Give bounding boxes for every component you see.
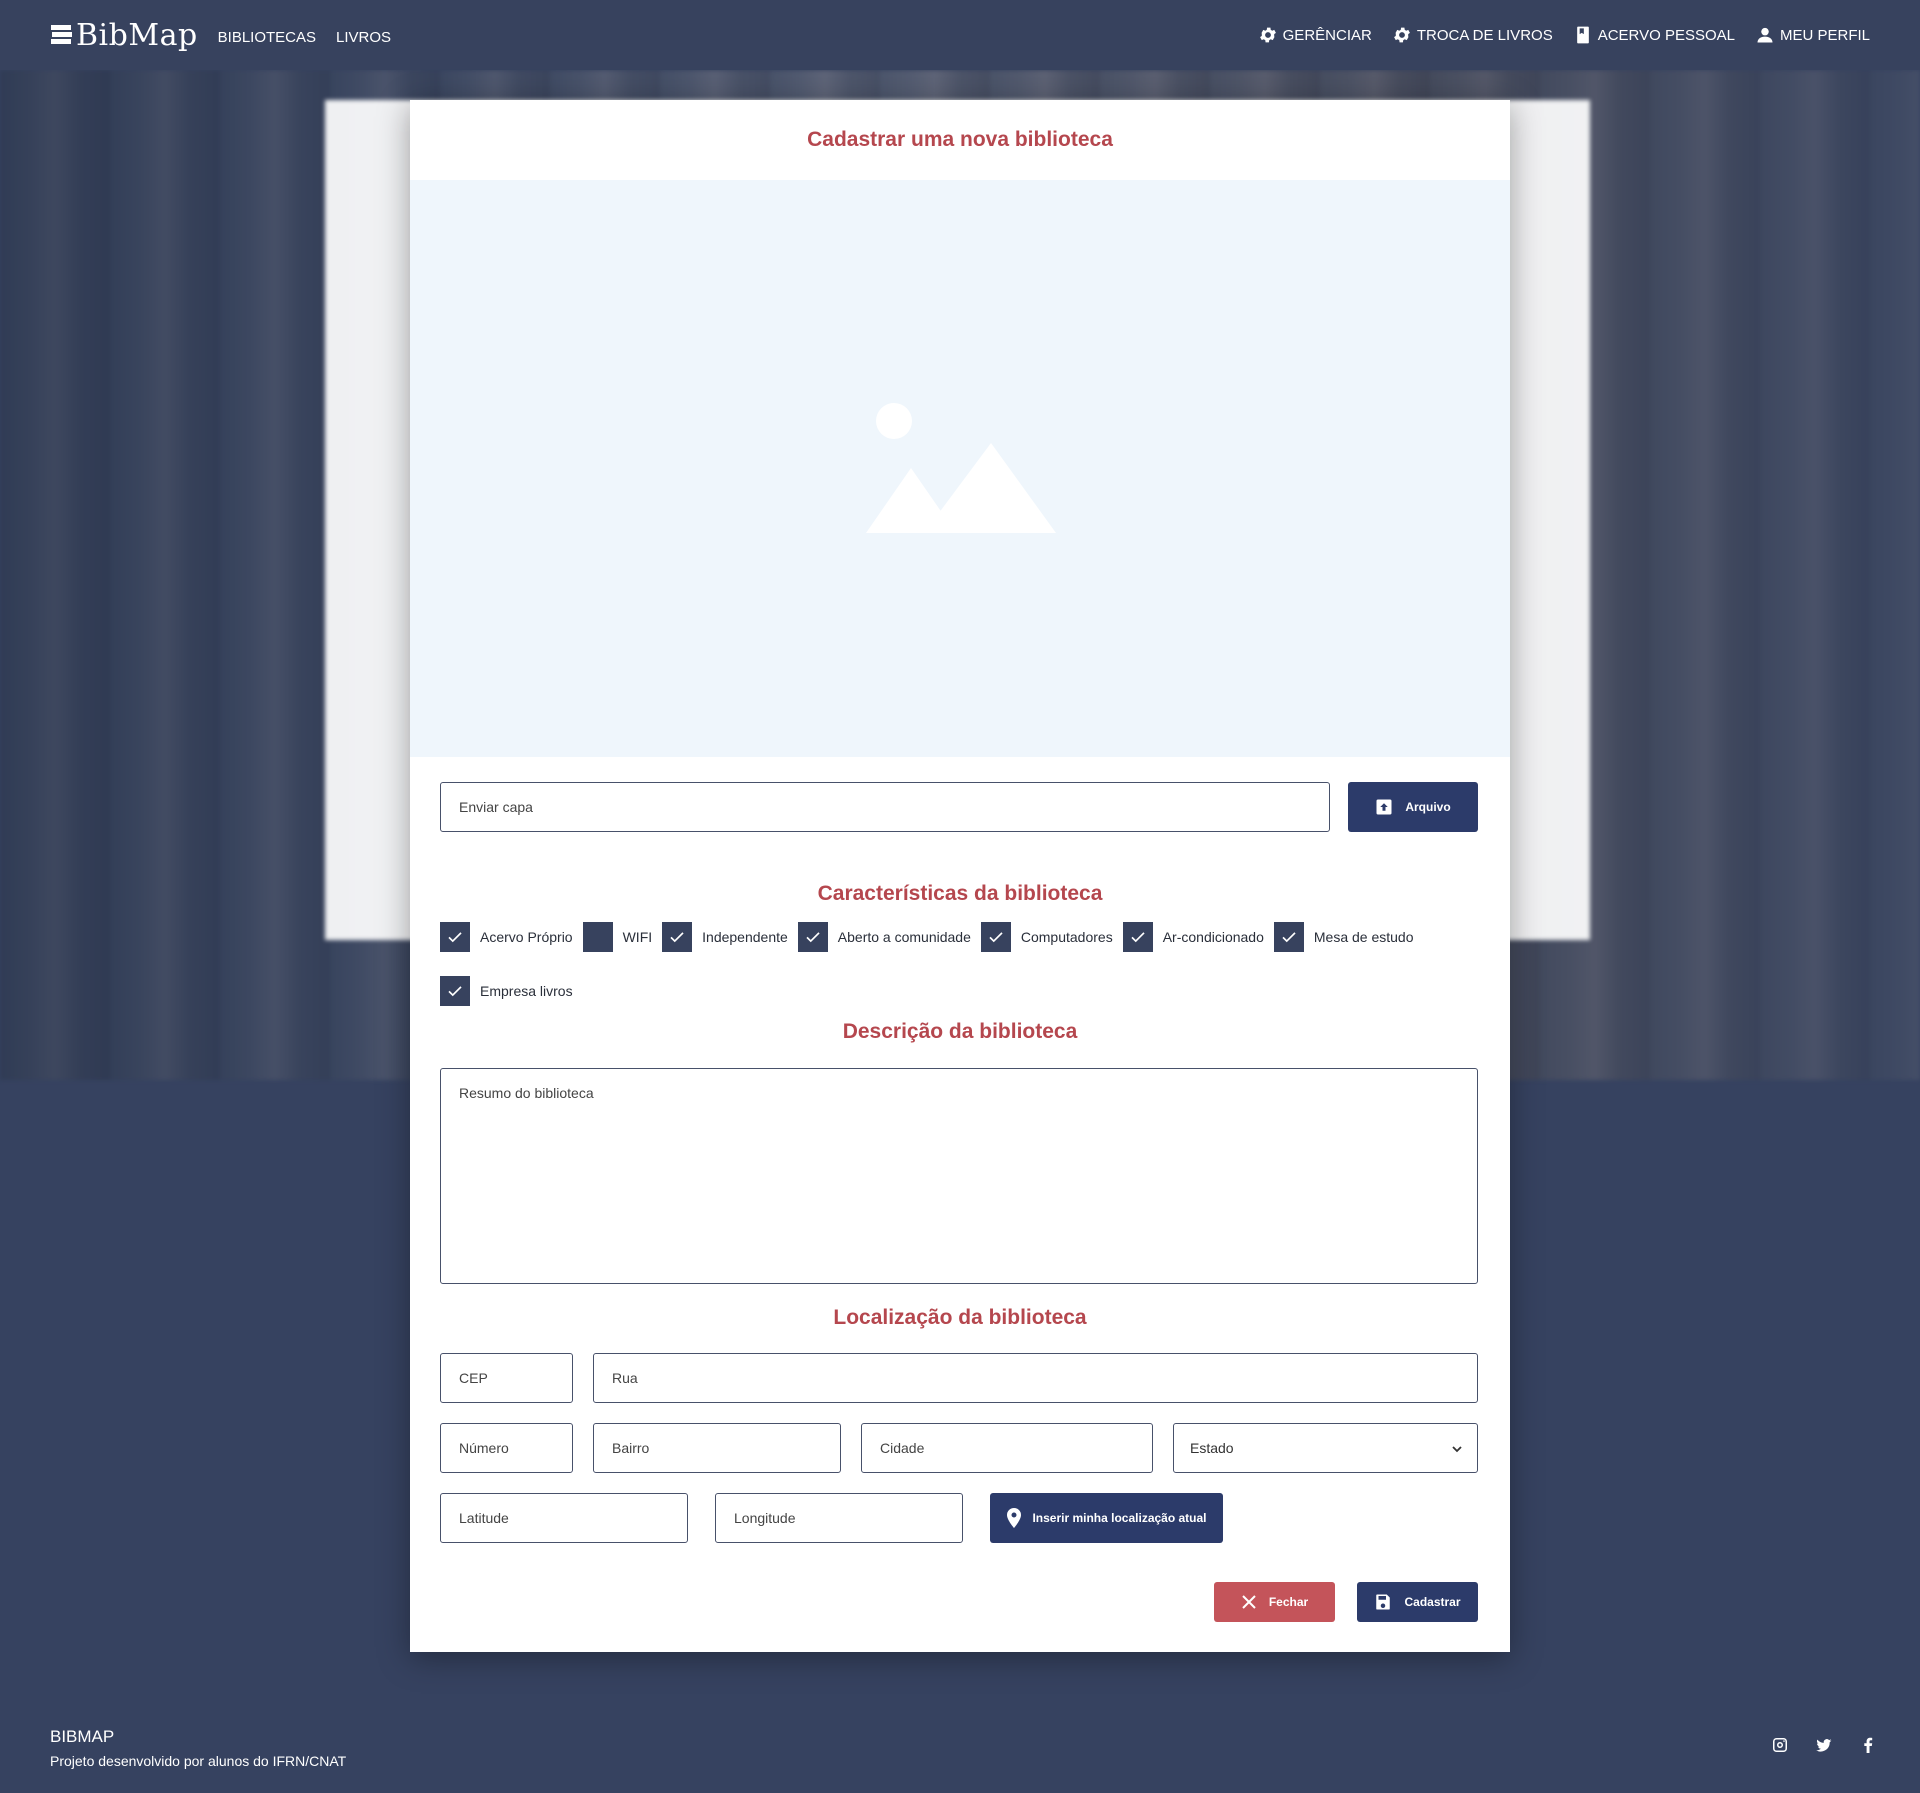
feature-label: Independente — [702, 929, 788, 945]
nav-link-acervo-pessoal[interactable]: ACERVO PESSOAL — [1573, 25, 1735, 45]
check-icon — [989, 932, 1003, 943]
file-button-label: Arquivo — [1405, 800, 1451, 814]
location-row-3: Inserir minha localização atual — [440, 1493, 1478, 1543]
register-library-modal: Cadastrar uma nova biblioteca Arquivo Ca… — [410, 100, 1510, 1652]
feature-label: Aberto a comunidade — [837, 929, 971, 945]
submit-button[interactable]: Cadastrar — [1357, 1582, 1478, 1622]
close-button-label: Fechar — [1268, 1595, 1309, 1609]
location-row-1 — [440, 1353, 1478, 1403]
features-list: Acervo Próprio WIFI Independente Aberto … — [440, 922, 1490, 1006]
close-button[interactable]: Fechar — [1214, 1582, 1335, 1622]
feature-aberto-a-comunidade[interactable]: Aberto a comunidade — [797, 922, 971, 952]
nav-label: GERÊNCIAR — [1282, 26, 1372, 44]
book-icon — [1576, 26, 1589, 44]
modal-actions: Fechar Cadastrar — [440, 1582, 1478, 1622]
check-icon — [806, 932, 820, 943]
checkbox-checked[interactable] — [980, 922, 1011, 952]
check-icon — [1282, 932, 1296, 943]
feature-label: Empresa livros — [480, 983, 573, 999]
feature-ar-condicionado[interactable]: Ar-condicionado — [1122, 922, 1264, 952]
upload-icon — [1376, 799, 1392, 815]
footer: BIBMAP Projeto desenvolvido por alunos d… — [0, 1680, 1920, 1793]
save-icon — [1376, 1594, 1391, 1610]
street-input[interactable] — [593, 1353, 1478, 1403]
file-button[interactable]: Arquivo — [1348, 782, 1478, 832]
feature-label: Acervo Próprio — [480, 929, 573, 945]
checkbox-unchecked[interactable] — [582, 922, 613, 952]
books-icon — [51, 25, 72, 44]
feature-wifi[interactable]: WIFI — [582, 922, 653, 952]
brand-name: BibMap — [76, 17, 198, 53]
twitter-link[interactable] — [1816, 1737, 1832, 1758]
feature-computadores[interactable]: Computadores — [980, 922, 1113, 952]
twitter-icon — [1816, 1739, 1832, 1752]
state-select[interactable]: Estado — [1173, 1423, 1478, 1473]
checkbox-checked[interactable] — [662, 922, 693, 952]
cep-input[interactable] — [440, 1353, 573, 1403]
checkbox-checked[interactable] — [1273, 922, 1304, 952]
city-input[interactable] — [861, 1423, 1153, 1473]
brand-logo[interactable]: BibMap — [50, 18, 198, 53]
gear-icon — [1393, 27, 1410, 43]
nav-label: TROCA DE LIVROS — [1416, 26, 1553, 44]
nav-link-troca-de-livros[interactable]: TROCA DE LIVROS — [1392, 25, 1553, 45]
location-pin-icon — [1007, 1508, 1022, 1528]
feature-label: WIFI — [622, 929, 653, 945]
check-icon — [448, 932, 462, 943]
location-title: Localização da biblioteca — [833, 1306, 1087, 1329]
navbar: BibMap BIBLIOTECAS LIVROS GERÊNCIAR TROC… — [0, 0, 1920, 70]
latitude-input[interactable] — [440, 1493, 688, 1543]
footer-brand: BIBMAP — [50, 1727, 115, 1746]
feature-independente[interactable]: Independente — [662, 922, 788, 952]
social-links — [1772, 1737, 1876, 1758]
feature-label: Ar-condicionado — [1162, 929, 1264, 945]
check-icon — [1131, 932, 1145, 943]
state-select-value: Estado — [1190, 1440, 1234, 1456]
feature-label: Computadores — [1020, 929, 1113, 945]
description-title: Descrição da biblioteca — [842, 1020, 1078, 1043]
footer-tagline: Projeto desenvolvido por alunos do IFRN/… — [50, 1753, 347, 1769]
location-row-2: Estado — [440, 1423, 1478, 1473]
checkbox-checked[interactable] — [440, 922, 470, 952]
checkbox-checked[interactable] — [440, 976, 470, 1006]
feature-mesa-de-estudo[interactable]: Mesa de estudo — [1273, 922, 1414, 952]
number-input[interactable] — [440, 1423, 573, 1473]
upload-row: Arquivo — [440, 782, 1478, 832]
check-icon — [448, 986, 462, 997]
facebook-icon — [1864, 1737, 1873, 1753]
features-title: Características da biblioteca — [817, 882, 1103, 905]
instagram-icon — [1773, 1738, 1787, 1752]
feature-acervo-proprio[interactable]: Acervo Próprio — [440, 922, 573, 952]
feature-label: Mesa de estudo — [1313, 929, 1414, 945]
cover-preview — [410, 180, 1510, 757]
longitude-input[interactable] — [715, 1493, 963, 1543]
nav-link-livros[interactable]: LIVROS — [336, 29, 391, 46]
gear-icon — [1259, 27, 1276, 43]
modal-title: Cadastrar uma nova biblioteca — [807, 128, 1113, 151]
image-placeholder-icon — [866, 403, 1056, 533]
instagram-link[interactable] — [1772, 1737, 1788, 1758]
current-location-label: Inserir minha localização atual — [1032, 1511, 1207, 1525]
checkbox-checked[interactable] — [797, 922, 828, 952]
checkbox-checked[interactable] — [1122, 922, 1153, 952]
nav-link-gerenciar[interactable]: GERÊNCIAR — [1258, 25, 1372, 45]
cover-upload-input[interactable] — [440, 782, 1330, 832]
facebook-link[interactable] — [1860, 1737, 1876, 1758]
user-icon — [1757, 27, 1773, 43]
nav-label: MEU PERFIL — [1779, 26, 1870, 44]
neighborhood-input[interactable] — [593, 1423, 841, 1473]
feature-empresa-livros[interactable]: Empresa livros — [440, 976, 573, 1006]
submit-button-label: Cadastrar — [1404, 1595, 1461, 1609]
check-icon — [670, 932, 684, 943]
nav-link-meu-perfil[interactable]: MEU PERFIL — [1755, 25, 1870, 45]
current-location-button[interactable]: Inserir minha localização atual — [990, 1493, 1223, 1543]
chevron-down-icon — [1452, 1446, 1462, 1453]
close-icon — [1242, 1595, 1256, 1609]
nav-label: ACERVO PESSOAL — [1597, 26, 1735, 44]
description-textarea[interactable] — [440, 1068, 1478, 1284]
nav-link-bibliotecas[interactable]: BIBLIOTECAS — [218, 29, 316, 46]
